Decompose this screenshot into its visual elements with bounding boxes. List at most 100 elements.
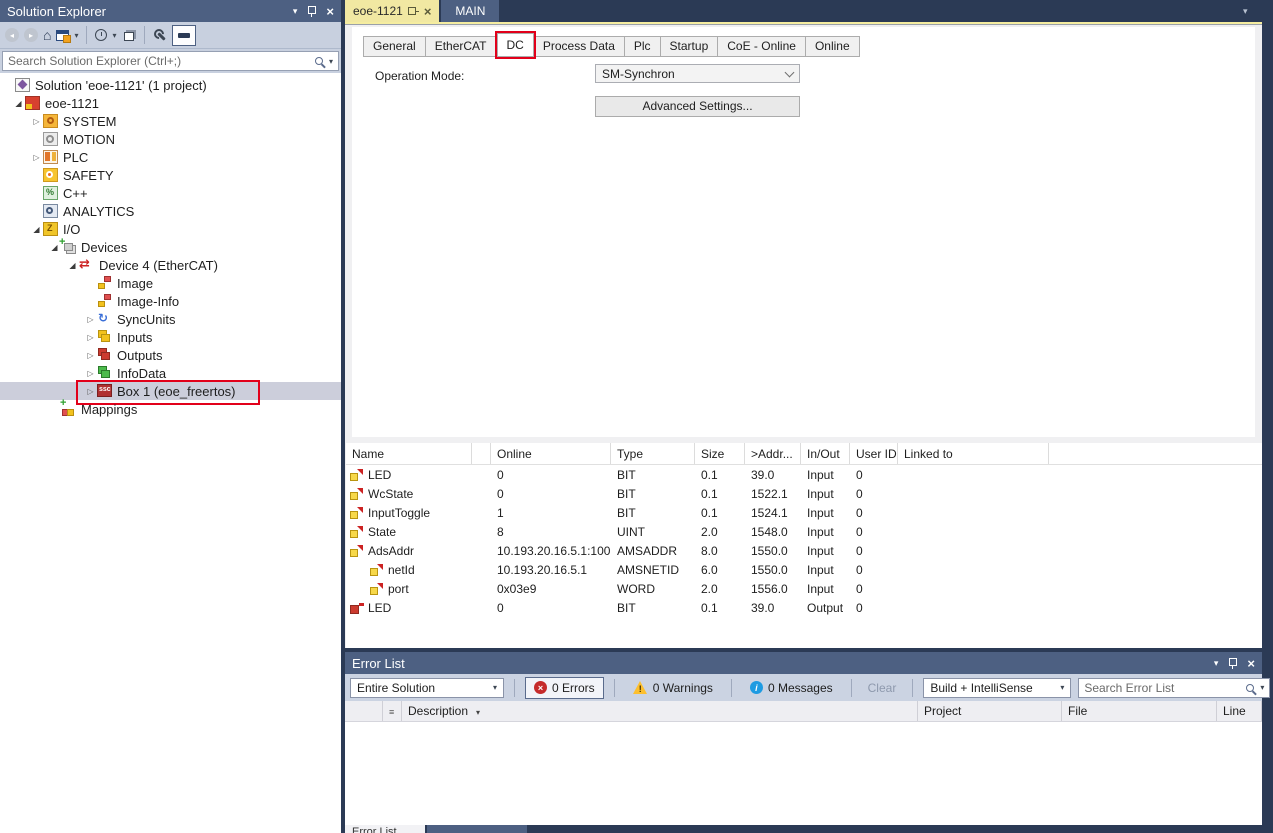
tree-item[interactable]: ▷Outputs: [0, 346, 341, 364]
tree-item[interactable]: Image-Info: [0, 292, 341, 310]
solution-explorer-search-box[interactable]: ▾: [2, 51, 339, 71]
pin-icon[interactable]: [1228, 657, 1237, 670]
error-list-search-box[interactable]: ▾: [1078, 678, 1270, 698]
clear-button[interactable]: Clear: [862, 681, 903, 695]
grid-column-header[interactable]: Online: [491, 443, 611, 464]
sort-order-icon[interactable]: ≡: [383, 701, 402, 721]
device-tab-online[interactable]: Online: [806, 36, 860, 57]
variable-row[interactable]: netId10.193.20.16.5.1AMSNETID6.01550.0In…: [346, 560, 1262, 579]
advanced-settings-button[interactable]: Advanced Settings...: [595, 96, 800, 117]
tree-item[interactable]: SAFETY: [0, 166, 341, 184]
messages-filter-button[interactable]: i 0 Messages: [742, 677, 841, 699]
tree-item[interactable]: ▷SYSTEM: [0, 112, 341, 130]
grid-column-header[interactable]: User ID: [850, 443, 898, 464]
variable-row[interactable]: LED0BIT0.139.0Input0: [346, 465, 1262, 484]
switch-views-icon[interactable]: [56, 30, 69, 41]
doc-tab-main[interactable]: MAIN: [441, 0, 499, 22]
collapse-all-icon[interactable]: [124, 32, 134, 41]
pending-changes-filter-icon[interactable]: [95, 29, 107, 41]
tree-item[interactable]: ▷InfoData: [0, 364, 341, 382]
window-position-chevron-icon[interactable]: ▾: [293, 6, 298, 17]
tree-item[interactable]: Image: [0, 274, 341, 292]
device-tab-coe-online[interactable]: CoE - Online: [718, 36, 806, 57]
device-tab-general[interactable]: General: [363, 36, 426, 57]
tree-item[interactable]: ▷Inputs: [0, 328, 341, 346]
expand-arrow-icon[interactable]: ▷: [84, 315, 97, 324]
device-tab-dc[interactable]: DC: [497, 33, 534, 57]
tree-item[interactable]: C++: [0, 184, 341, 202]
expand-arrow-icon[interactable]: ▷: [30, 153, 43, 162]
error-list-search-input[interactable]: [1084, 681, 1246, 695]
grid-column-header[interactable]: >Addr...: [745, 443, 801, 464]
close-icon[interactable]: ×: [326, 5, 334, 18]
error-column-header[interactable]: Line: [1217, 701, 1262, 721]
errors-filter-button[interactable]: × 0 Errors: [525, 677, 604, 699]
tree-item[interactable]: ◢eoe-1121: [0, 94, 341, 112]
close-icon[interactable]: ×: [1247, 657, 1255, 670]
variable-row[interactable]: port0x03e9WORD2.01556.0Input0: [346, 579, 1262, 598]
error-column-header[interactable]: File: [1062, 701, 1217, 721]
warnings-filter-button[interactable]: 0 Warnings: [625, 677, 721, 699]
collapse-arrow-icon[interactable]: ◢: [66, 261, 79, 270]
variable-row[interactable]: AdsAddr10.193.20.16.5.1:1001AMSADDR8.015…: [346, 541, 1262, 560]
forward-icon[interactable]: ▸: [24, 28, 38, 42]
filter-chevron-icon[interactable]: ▾: [476, 708, 480, 717]
search-options-chevron-icon[interactable]: ▾: [1260, 683, 1264, 692]
expand-arrow-icon[interactable]: ▷: [30, 117, 43, 126]
collapse-arrow-icon[interactable]: ◢: [30, 225, 43, 234]
tree-item[interactable]: Mappings: [0, 400, 341, 418]
collapse-arrow-icon[interactable]: ◢: [12, 99, 25, 108]
device-tab-plc[interactable]: Plc: [625, 36, 661, 57]
switch-views-dropdown-icon[interactable]: ▾: [74, 31, 78, 40]
variable-addr: 1522.1: [745, 487, 801, 501]
variable-row[interactable]: WcState0BIT0.11522.1Input0: [346, 484, 1262, 503]
grid-column-header[interactable]: Size: [695, 443, 745, 464]
bottom-tab-error-list[interactable]: Error List: [345, 825, 425, 833]
solution-explorer-search-input[interactable]: [8, 54, 315, 68]
tree-item[interactable]: MOTION: [0, 130, 341, 148]
expand-arrow-icon[interactable]: ▷: [84, 369, 97, 378]
pin-icon[interactable]: [307, 5, 316, 18]
variable-row[interactable]: LED0BIT0.139.0Output0: [346, 598, 1262, 617]
tree-item[interactable]: Solution 'eoe-1121' (1 project): [0, 76, 341, 94]
tree-item[interactable]: ◢I/O: [0, 220, 341, 238]
tree-item[interactable]: ◢Devices: [0, 238, 341, 256]
build-filter-dropdown[interactable]: Build + IntelliSense ▾: [923, 678, 1071, 698]
tree-item[interactable]: ▷Box 1 (eoe_freertos): [0, 382, 341, 400]
variable-row[interactable]: State8UINT2.01548.0Input0: [346, 522, 1262, 541]
home-icon[interactable]: ⌂: [43, 28, 51, 42]
search-icon[interactable]: [1246, 684, 1254, 692]
expand-arrow-icon[interactable]: ▷: [84, 333, 97, 342]
filter-dropdown-icon[interactable]: ▾: [112, 31, 116, 40]
doc-tab-eoe-1121[interactable]: eoe-1121 ×: [345, 0, 439, 22]
grid-column-header[interactable]: Name: [346, 443, 472, 464]
expand-arrow-icon[interactable]: ▷: [84, 351, 97, 360]
error-column-header[interactable]: Description▾: [402, 701, 918, 721]
variable-row[interactable]: InputToggle1BIT0.11524.1Input0: [346, 503, 1262, 522]
device-tab-startup[interactable]: Startup: [661, 36, 719, 57]
tree-item[interactable]: ANALYTICS: [0, 202, 341, 220]
window-position-chevron-icon[interactable]: ▾: [1214, 658, 1219, 669]
search-icon[interactable]: [315, 57, 323, 65]
operation-mode-dropdown[interactable]: SM-Synchron: [595, 64, 800, 83]
document-list-chevron-icon[interactable]: ▾: [1243, 6, 1248, 17]
grid-column-header[interactable]: [472, 443, 491, 464]
tree-item[interactable]: ◢Device 4 (EtherCAT): [0, 256, 341, 274]
bottom-tab-output[interactable]: [427, 825, 527, 833]
device-tab-ethercat[interactable]: EtherCAT: [426, 36, 497, 57]
error-column-header[interactable]: Project: [918, 701, 1062, 721]
pin-icon[interactable]: [407, 7, 420, 16]
grid-column-header[interactable]: In/Out: [801, 443, 850, 464]
scope-dropdown[interactable]: Entire Solution ▾: [350, 678, 504, 698]
device-tab-process-data[interactable]: Process Data: [534, 36, 625, 57]
grid-column-header[interactable]: Linked to: [898, 443, 1049, 464]
expand-arrow-icon[interactable]: ▷: [84, 387, 97, 396]
search-options-chevron-icon[interactable]: ▾: [329, 57, 333, 66]
preview-selected-items-toggle[interactable]: [172, 25, 196, 46]
properties-wrench-icon[interactable]: [153, 28, 167, 42]
tree-item[interactable]: ▷SyncUnits: [0, 310, 341, 328]
tree-item[interactable]: ▷PLC: [0, 148, 341, 166]
grid-column-header[interactable]: Type: [611, 443, 695, 464]
back-icon[interactable]: ◂: [5, 28, 19, 42]
close-icon[interactable]: ×: [424, 5, 432, 18]
